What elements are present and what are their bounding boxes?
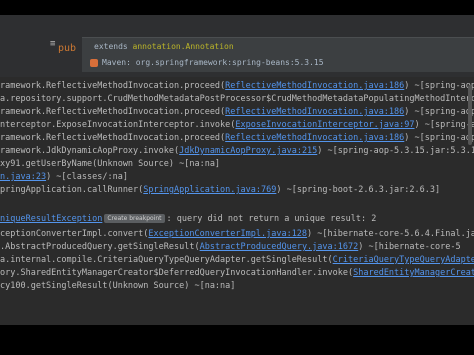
console-line: nterceptor.ExposeInvocationInterceptor.i… (0, 119, 474, 132)
console-text: : query did not return a unique result: … (166, 214, 377, 224)
source-link[interactable]: SpringApplication.java:769 (143, 185, 276, 195)
source-link[interactable]: ReflectiveMethodInvocation.java:186 (225, 133, 404, 143)
source-link[interactable]: JdkDynamicAopProxy.java:215 (179, 146, 317, 156)
console-text: ) ~[classes/:na] (46, 172, 128, 182)
source-link[interactable]: niqueResultException (0, 214, 102, 224)
gutter-icon: ≡ (50, 39, 56, 49)
console-text: ceptionConverterImpl.convert( (0, 229, 149, 239)
console-line: ceptionConverterImpl.convert(ExceptionCo… (0, 228, 474, 241)
create-breakpoint-button[interactable]: Create breakpoint (104, 214, 165, 223)
console-text: ramework.ReflectiveMethodInvocation.proc… (0, 133, 226, 143)
ide-window: ≡ pub extends annotation.Annotation Mave… (0, 15, 474, 325)
source-link[interactable]: ReflectiveMethodInvocation.java:186 (225, 81, 404, 91)
console-text: ) ~[spring-aop-5 (404, 107, 474, 117)
console-text: ) ~[spring-aop-5.3.15.jar:5.3.15] (317, 146, 474, 156)
console-line: xy91.getUserByName(Unknown Source) ~[na:… (0, 158, 220, 171)
console-text: a.internal.compile.CriteriaQueryTypeQuer… (0, 255, 333, 265)
popup-signature: extends annotation.Annotation (94, 42, 234, 51)
console-line: .AbstractProducedQuery.getSingleResult(A… (0, 241, 461, 254)
console-text: .AbstractProducedQuery.getSingleResult( (0, 242, 200, 252)
popup-annotation-type: annotation.Annotation (132, 42, 234, 51)
source-link[interactable]: AbstractProducedQuery.java:1672 (200, 242, 359, 252)
console-text: ramework.ReflectiveMethodInvocation.proc… (0, 107, 226, 117)
console-text: ) ~[spring-aop-5 (404, 133, 474, 143)
source-link[interactable]: SharedEntityManagerCreator (353, 268, 474, 278)
console-scrollbar[interactable] (468, 85, 472, 145)
letterbox-bottom (0, 325, 474, 355)
console-line: ramework.ReflectiveMethodInvocation.proc… (0, 106, 474, 119)
console-line: ramework.JdkDynamicAopProxy.invoke(JdkDy… (0, 145, 474, 158)
console-line: pringApplication.callRunner(SpringApplic… (0, 184, 440, 197)
source-link[interactable]: ExposeInvocationInterceptor.java:97 (235, 120, 414, 130)
console-text: ory.SharedEntityManagerCreator$DeferredQ… (0, 268, 354, 278)
console-text: xy91.getUserByName(Unknown Source) ~[na:… (0, 159, 221, 169)
console-text: pringApplication.callRunner( (0, 185, 144, 195)
code-editor[interactable]: ≡ pub extends annotation.Annotation Mave… (0, 15, 474, 77)
source-link[interactable]: CriteriaQueryTypeQueryAdapte (333, 255, 474, 265)
popup-extends-label: extends (94, 42, 133, 51)
console-line: cy100.getSingleResult(Unknown Source) ~[… (0, 280, 235, 293)
console-text: ramework.JdkDynamicAopProxy.invoke( (0, 146, 180, 156)
console-line: ramework.ReflectiveMethodInvocation.proc… (0, 132, 474, 145)
console-text: a.repository.support.CrudMethodMetadataP… (0, 94, 474, 104)
console-text: nterceptor.ExposeInvocationInterceptor.i… (0, 120, 236, 130)
popup-library: Maven: org.springframework:spring-beans:… (90, 58, 324, 67)
run-console[interactable]: ramework.ReflectiveMethodInvocation.proc… (0, 80, 474, 325)
source-link[interactable]: n.java:23 (0, 172, 46, 182)
video-frame: ≡ pub extends annotation.Annotation Mave… (0, 0, 474, 355)
console-text: ) ~[spring-aop- (414, 120, 474, 130)
source-link[interactable]: ExceptionConverterImpl.java:128 (148, 229, 307, 239)
console-text: ) ~[hibernate-core-5 (358, 242, 461, 252)
console-text: cy100.getSingleResult(Unknown Source) ~[… (0, 281, 236, 291)
maven-library-icon (90, 58, 98, 67)
popup-library-label[interactable]: Maven: org.springframework:spring-beans:… (102, 58, 324, 67)
console-text: ramework.ReflectiveMethodInvocation.proc… (0, 81, 226, 91)
console-line: ramework.ReflectiveMethodInvocation.proc… (0, 80, 474, 93)
quick-doc-popup: extends annotation.Annotation Maven: org… (82, 37, 474, 72)
console-text: ) ~[spring-boot-2.6.3.jar:2.6.3] (276, 185, 441, 195)
code-keyword-fragment: pub (58, 43, 77, 54)
console-text: ) ~[hibernate-core-5.6.4.Final.jar:5 (307, 229, 474, 239)
console-line: a.repository.support.CrudMethodMetadataP… (0, 93, 474, 106)
console-text: ) ~[spring-aop-5 (404, 81, 474, 91)
letterbox-top (0, 0, 474, 15)
console-line: a.internal.compile.CriteriaQueryTypeQuer… (0, 254, 474, 267)
source-link[interactable]: ReflectiveMethodInvocation.java:186 (225, 107, 404, 117)
console-line: niqueResultException Create breakpoint: q… (0, 212, 376, 225)
console-line: n.java:23) ~[classes/:na] (0, 171, 128, 184)
console-line: ory.SharedEntityManagerCreator$DeferredQ… (0, 267, 474, 280)
